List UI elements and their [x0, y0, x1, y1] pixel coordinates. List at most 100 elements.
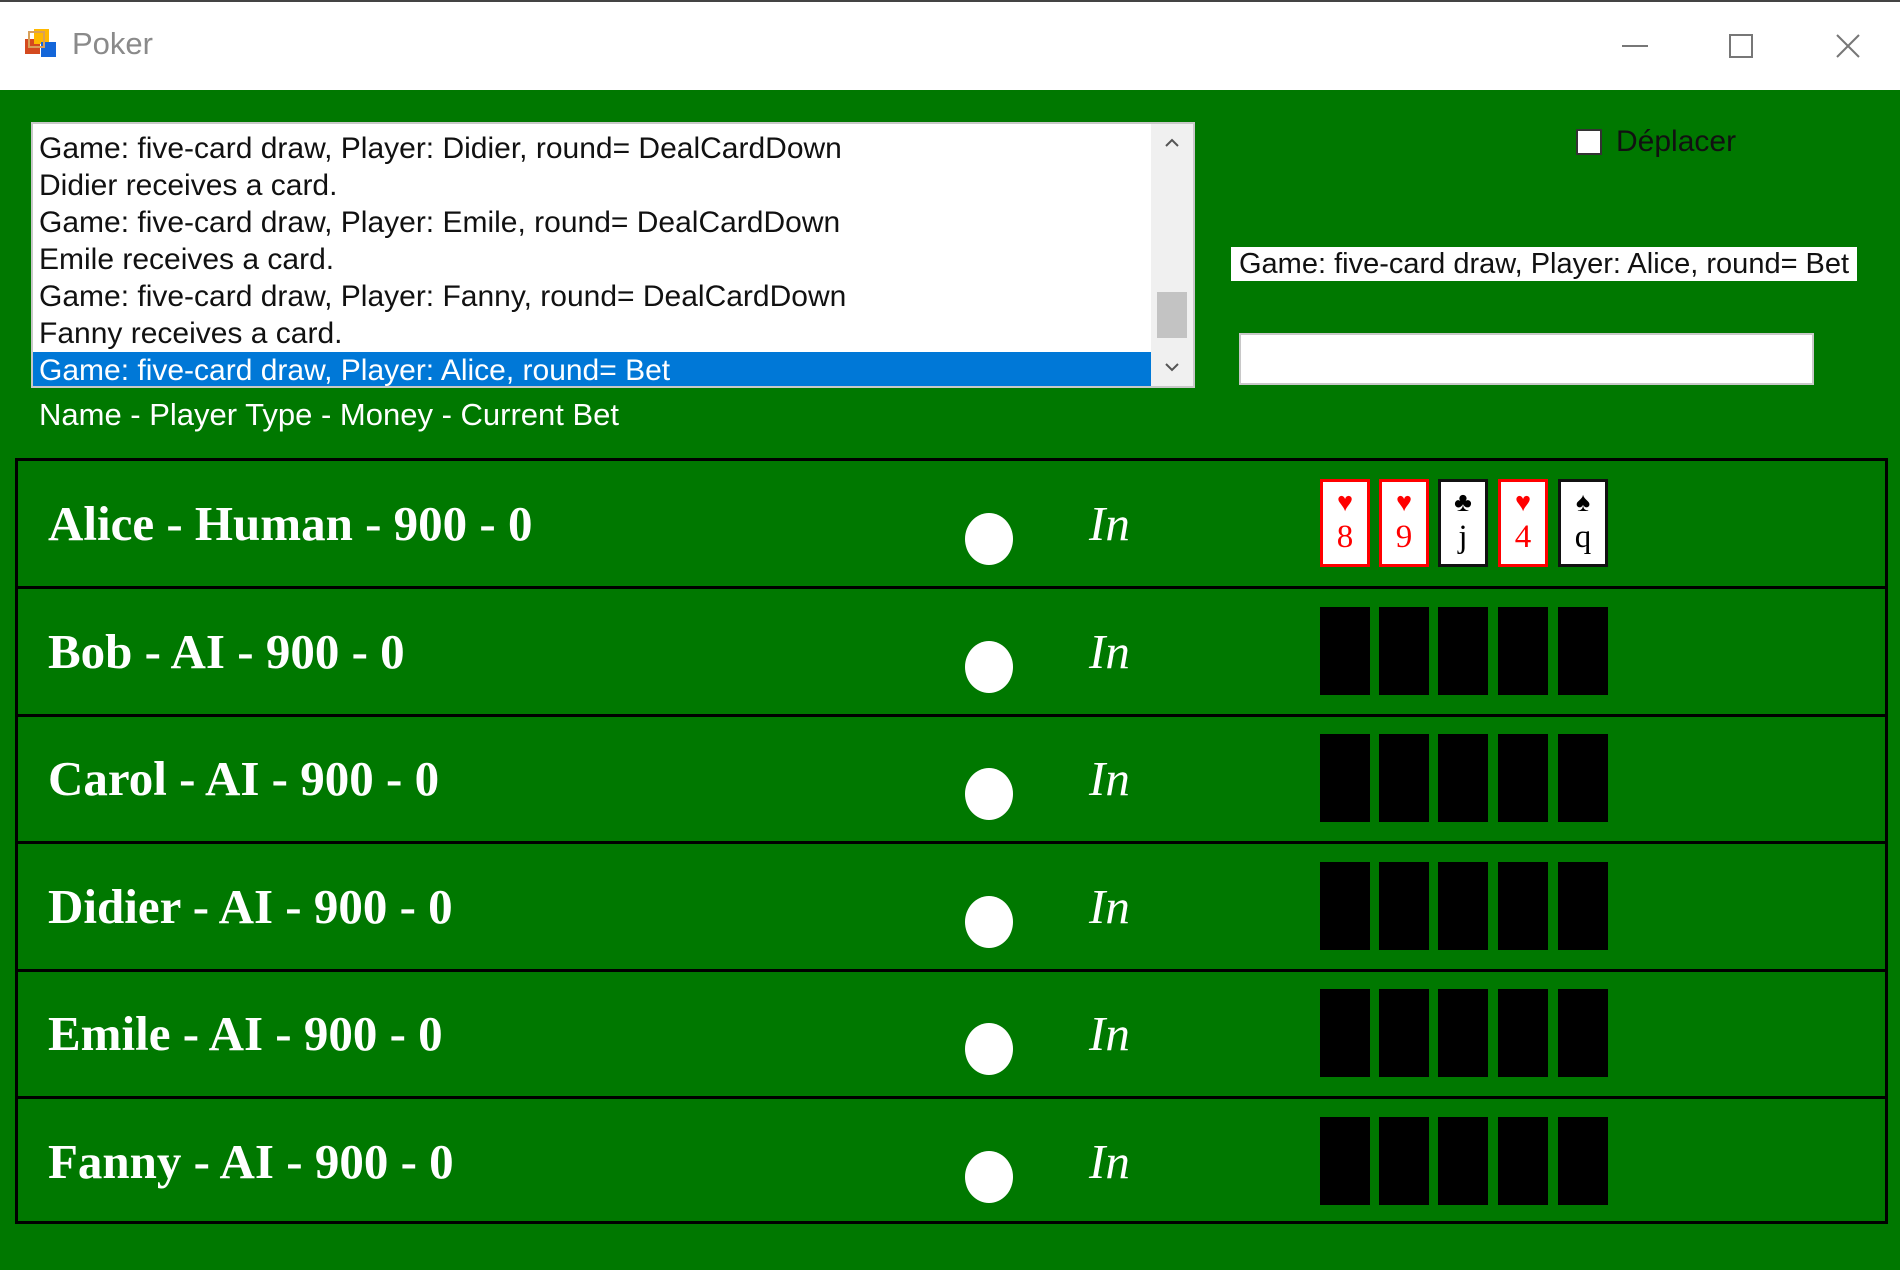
- maximize-icon: [1729, 34, 1753, 58]
- card-back: [1438, 1117, 1488, 1205]
- card-rank: q: [1574, 519, 1592, 555]
- card-suit-icon: ♥: [1395, 487, 1413, 517]
- card-rank: 4: [1514, 519, 1532, 555]
- maximize-button[interactable]: [1686, 2, 1796, 90]
- poker-table-client: Game: five-card draw, Player: Didier, ro…: [0, 90, 1900, 1270]
- player-status: In: [1089, 1006, 1130, 1061]
- card-rank: j: [1458, 519, 1468, 555]
- player-status: In: [1089, 1134, 1130, 1189]
- player-columns-label: Name - Player Type - Money - Current Bet: [39, 397, 620, 432]
- bet-input[interactable]: [1239, 333, 1814, 385]
- turn-indicator-icon: [965, 641, 1013, 693]
- move-label[interactable]: Déplacer: [1616, 125, 1736, 159]
- playing-card: ♠ q: [1558, 479, 1608, 567]
- card-back: [1379, 989, 1429, 1077]
- card-back: [1379, 607, 1429, 695]
- card-back: [1498, 734, 1548, 822]
- log-line[interactable]: Emile receives a card.: [33, 241, 1153, 278]
- card-back: [1379, 1117, 1429, 1205]
- player-row: Carol - AI - 900 - 0 In: [18, 716, 1885, 844]
- chevron-down-icon: [1165, 363, 1179, 372]
- player-hand: [1320, 989, 1620, 1081]
- log-line[interactable]: Fanny receives a card.: [33, 315, 1153, 352]
- card-back: [1438, 862, 1488, 950]
- player-hand: [1320, 607, 1620, 699]
- game-log-list[interactable]: Game: five-card draw, Player: Didier, ro…: [31, 122, 1195, 388]
- turn-indicator-icon: [965, 768, 1013, 820]
- card-back: [1438, 989, 1488, 1077]
- close-icon: [1836, 34, 1860, 58]
- player-row: Emile - AI - 900 - 0 In: [18, 971, 1885, 1099]
- player-hand: [1320, 1117, 1620, 1209]
- card-back: [1438, 607, 1488, 695]
- player-info: Carol - AI - 900 - 0: [48, 751, 440, 806]
- player-status: In: [1089, 751, 1130, 806]
- log-line[interactable]: Didier receives a card.: [33, 167, 1153, 204]
- card-back: [1438, 734, 1488, 822]
- turn-indicator-icon: [965, 896, 1013, 948]
- player-hand: [1320, 862, 1620, 954]
- selected-log-line[interactable]: Game: five-card draw, Player: Alice, rou…: [33, 352, 1153, 386]
- log-line[interactable]: Game: five-card draw, Player: Emile, rou…: [33, 204, 1153, 241]
- player-row: Bob - AI - 900 - 0 In: [18, 589, 1885, 717]
- card-back: [1558, 989, 1608, 1077]
- player-status: In: [1089, 496, 1130, 551]
- turn-indicator-icon: [965, 513, 1013, 565]
- log-line[interactable]: Game: five-card draw, Player: Fanny, rou…: [33, 278, 1153, 315]
- card-suit-icon: ♣: [1454, 487, 1472, 517]
- close-button[interactable]: [1793, 2, 1900, 90]
- card-back: [1320, 989, 1370, 1077]
- poker-app-icon: [25, 29, 56, 57]
- card-back: [1320, 607, 1370, 695]
- card-back: [1379, 734, 1429, 822]
- player-hand: [1320, 734, 1620, 826]
- card-back: [1498, 1117, 1548, 1205]
- player-status: In: [1089, 879, 1130, 934]
- move-checkbox[interactable]: [1576, 129, 1602, 155]
- move-toggle[interactable]: Déplacer: [1576, 125, 1736, 159]
- card-suit-icon: ♠: [1575, 487, 1591, 517]
- poker-window: Poker Game: five-card draw, Player: Didi…: [0, 0, 1900, 1270]
- scroll-thumb[interactable]: [1157, 292, 1187, 338]
- player-row: Fanny - AI - 900 - 0 In: [18, 1099, 1885, 1227]
- player-table: Alice - Human - 900 - 0 In ♥ 8 ♥ 9 ♣ j ♥ 4 ♠ q Bob -…: [15, 458, 1888, 1224]
- game-status-label: Game: five-card draw, Player: Alice, rou…: [1231, 247, 1858, 281]
- card-rank: 9: [1395, 519, 1413, 555]
- playing-card: ♥ 4: [1498, 479, 1548, 567]
- card-back: [1558, 1117, 1608, 1205]
- player-info: Didier - AI - 900 - 0: [48, 879, 453, 934]
- card-back: [1320, 1117, 1370, 1205]
- player-row: Alice - Human - 900 - 0 In ♥ 8 ♥ 9 ♣ j ♥ 4 ♠ q: [18, 461, 1885, 589]
- player-info: Alice - Human - 900 - 0: [48, 496, 533, 551]
- player-hand: ♥ 8 ♥ 9 ♣ j ♥ 4 ♠ q: [1320, 479, 1620, 571]
- playing-card: ♥ 9: [1379, 479, 1429, 567]
- game-log-lines: Game: five-card draw, Player: Didier, ro…: [33, 130, 1153, 386]
- log-scrollbar[interactable]: [1151, 124, 1193, 386]
- log-line[interactable]: Game: five-card draw, Player: Didier, ro…: [33, 130, 1153, 167]
- title-bar[interactable]: Poker: [0, 2, 1900, 90]
- player-status: In: [1089, 624, 1130, 679]
- player-row: Didier - AI - 900 - 0 In: [18, 844, 1885, 972]
- card-suit-icon: ♥: [1514, 487, 1532, 517]
- turn-indicator-icon: [965, 1151, 1013, 1203]
- card-back: [1320, 734, 1370, 822]
- card-back: [1320, 862, 1370, 950]
- chevron-up-icon: [1165, 138, 1179, 147]
- scroll-up-button[interactable]: [1151, 124, 1193, 162]
- playing-card: ♣ j: [1438, 479, 1488, 567]
- card-back: [1558, 862, 1608, 950]
- card-back: [1379, 862, 1429, 950]
- card-back: [1498, 989, 1548, 1077]
- turn-indicator-icon: [965, 1023, 1013, 1075]
- minimize-button[interactable]: [1580, 2, 1690, 90]
- card-suit-icon: ♥: [1336, 487, 1354, 517]
- card-back: [1498, 862, 1548, 950]
- window-title: Poker: [72, 26, 153, 61]
- player-info: Fanny - AI - 900 - 0: [48, 1134, 454, 1189]
- scroll-down-button[interactable]: [1151, 348, 1193, 386]
- card-rank: 8: [1336, 519, 1354, 555]
- minimize-icon: [1622, 45, 1648, 47]
- player-info: Emile - AI - 900 - 0: [48, 1006, 443, 1061]
- card-back: [1558, 734, 1608, 822]
- player-info: Bob - AI - 900 - 0: [48, 624, 405, 679]
